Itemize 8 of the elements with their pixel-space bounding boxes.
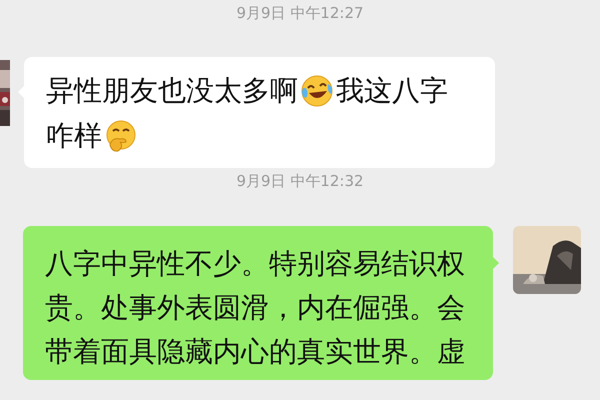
laughing-face-icon	[300, 74, 334, 108]
message-text: 咋样	[46, 118, 102, 152]
timestamp: 9月9日 中午12:32	[236, 171, 364, 191]
timestamp: 9月9日 中午12:27	[236, 3, 364, 23]
message-text: 八字中异性不少。特别容易结识权 贵。处事外表圆滑，内在倔强。会 带着面具隐藏内心的真实世界。虚	[45, 246, 466, 370]
thinking-face-icon	[104, 118, 138, 152]
message-text: 我这八字	[336, 74, 448, 108]
message-text: 异性朋友也没太多啊	[46, 74, 298, 108]
